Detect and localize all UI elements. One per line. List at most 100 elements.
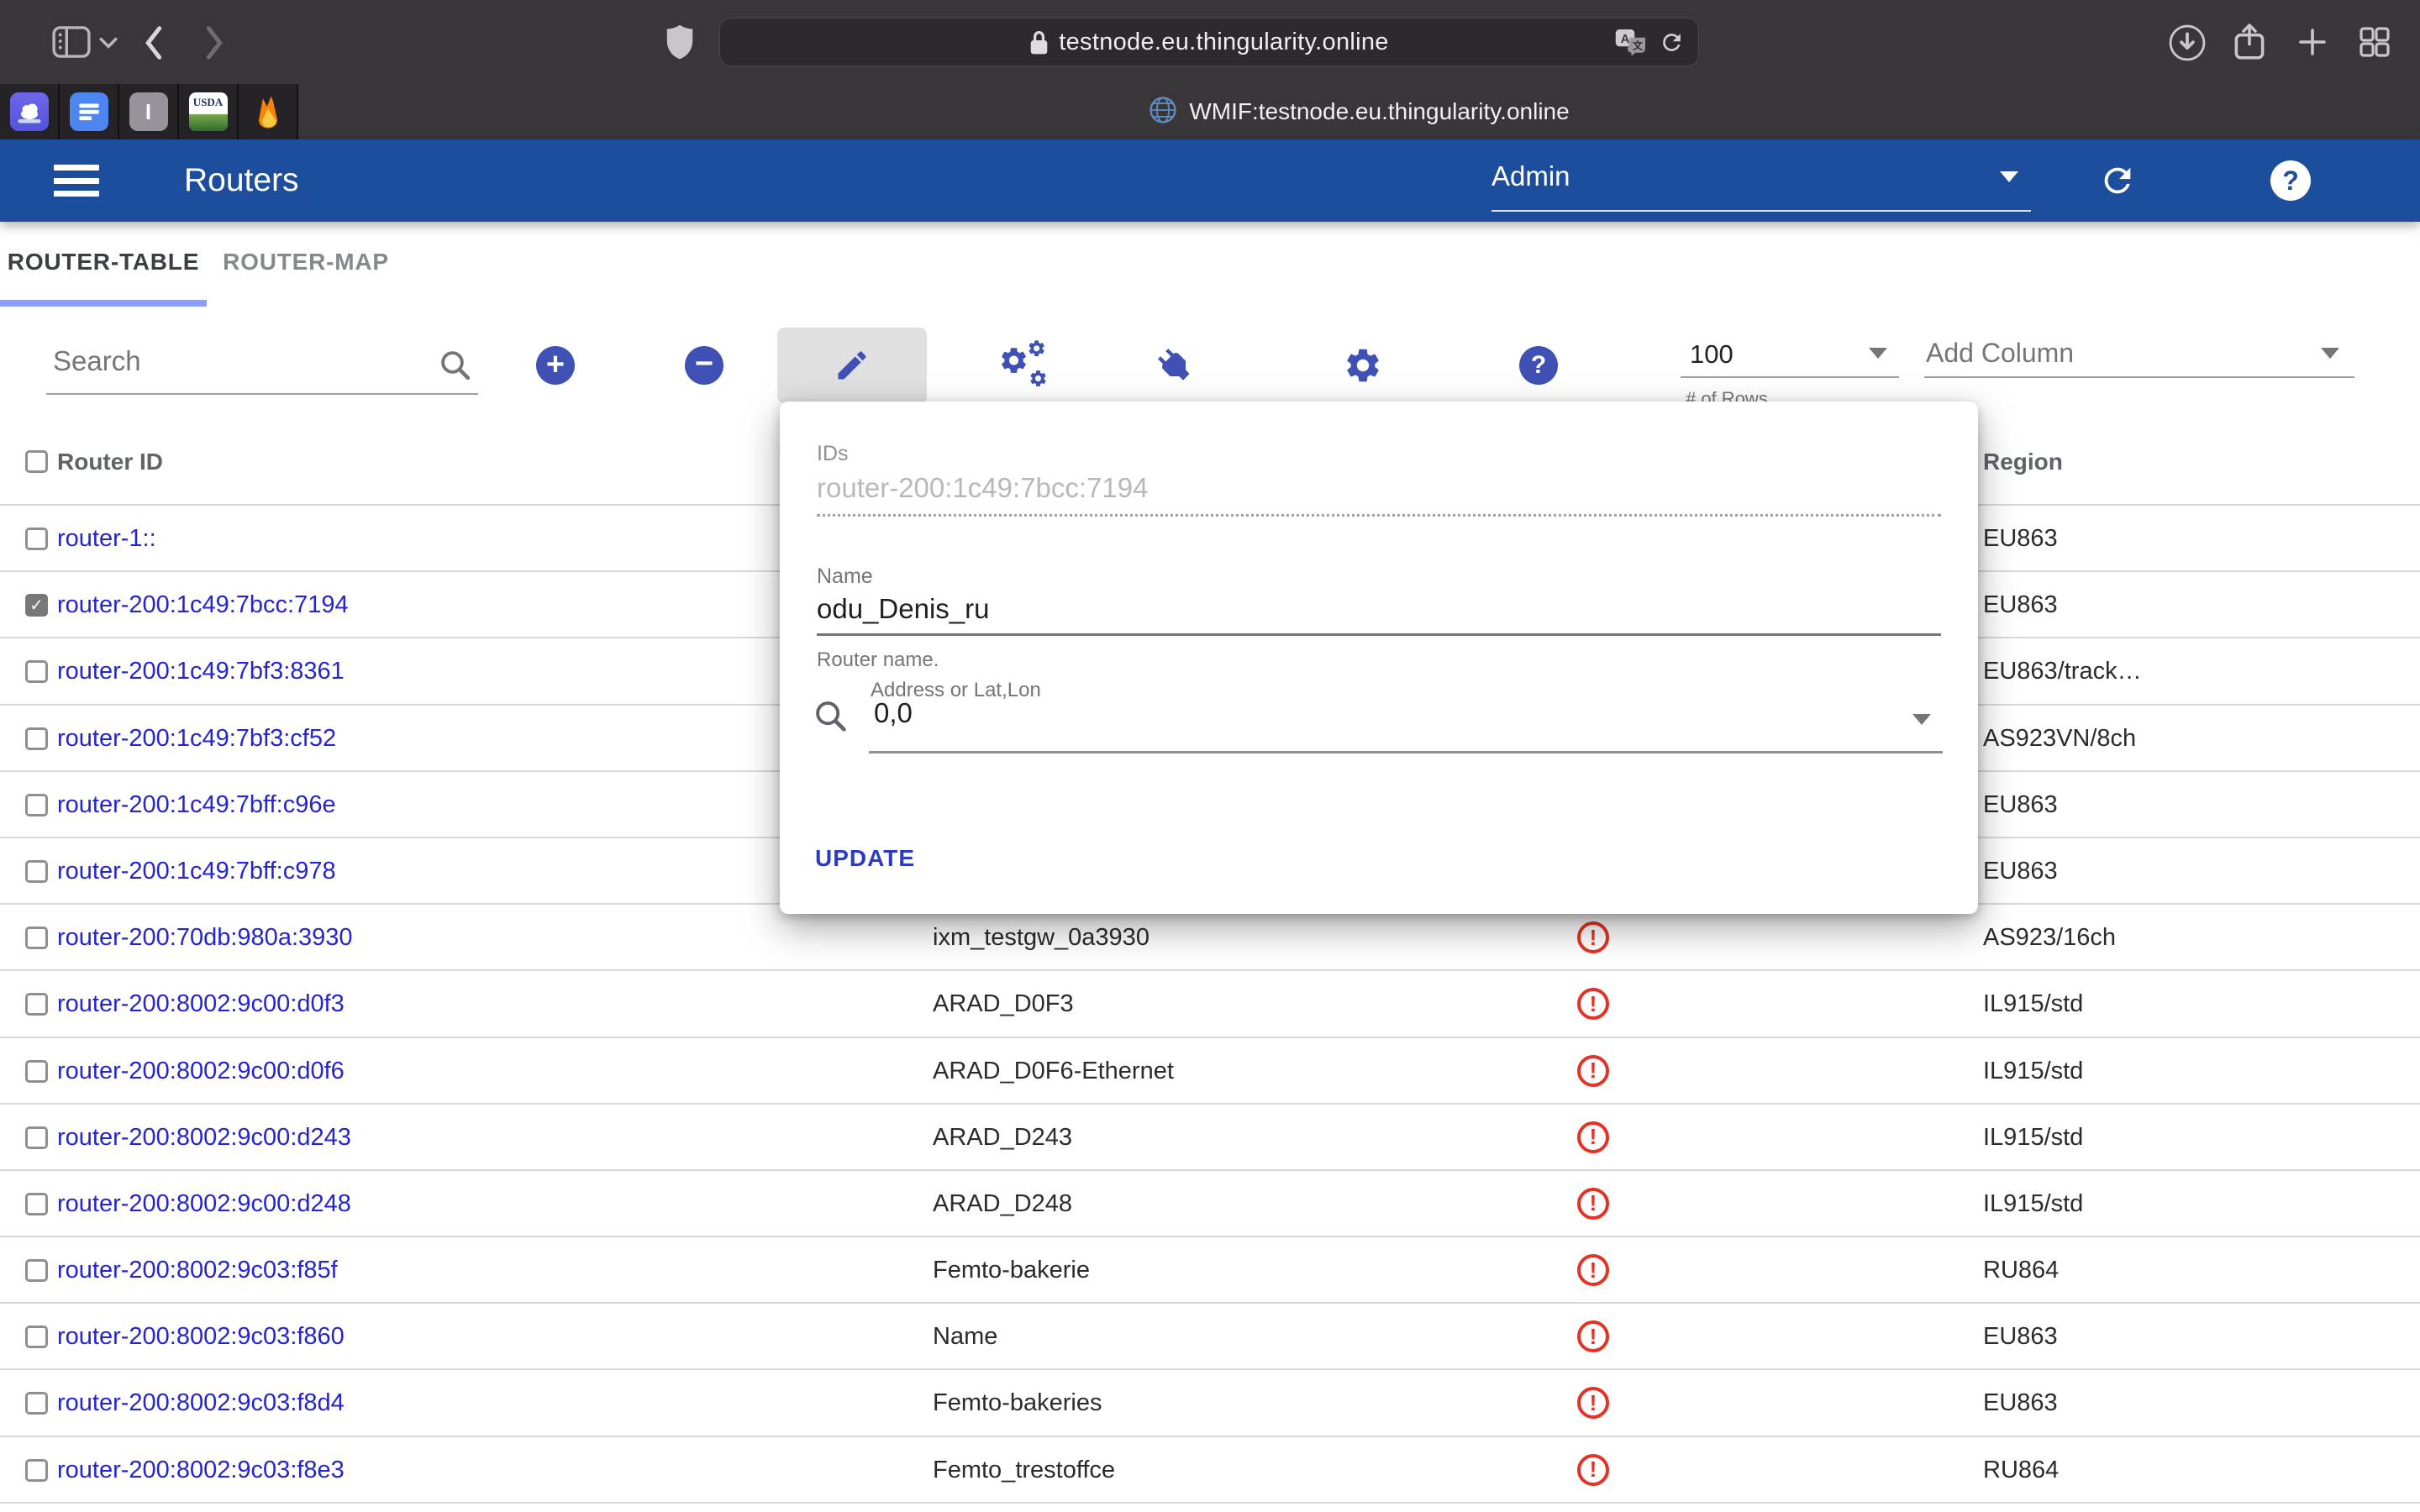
- router-id-link[interactable]: router-200:8002:9c00:d243: [57, 1105, 351, 1171]
- usda-icon: USDA: [189, 92, 228, 131]
- connect-button[interactable]: [1137, 328, 1213, 403]
- row-checkbox[interactable]: [25, 1193, 48, 1215]
- gear-icon: [1343, 345, 1383, 386]
- router-id-link[interactable]: router-200:1c49:7bf3:cf52: [57, 706, 336, 772]
- error-status-icon[interactable]: [1577, 1454, 1609, 1486]
- router-id-link[interactable]: router-200:8002:9c03:f85f: [57, 1237, 338, 1304]
- router-id-link[interactable]: router-200:1c49:7bff:c96e: [57, 772, 336, 838]
- row-checkbox[interactable]: [25, 1326, 48, 1348]
- router-name: ARAD_D0F6-Ethernet: [933, 1038, 1174, 1105]
- column-header-router-id[interactable]: Router ID: [57, 420, 163, 504]
- pinned-tab-docs[interactable]: [60, 84, 119, 139]
- dropdown-arrow-icon: [2321, 348, 2339, 359]
- row-checkbox[interactable]: [25, 1060, 48, 1083]
- back-button[interactable]: [141, 24, 165, 62]
- name-input[interactable]: odu_Denis_ru: [817, 593, 989, 625]
- services-button[interactable]: [987, 328, 1063, 403]
- row-checkbox[interactable]: [25, 660, 48, 683]
- refresh-button[interactable]: [2098, 161, 2137, 204]
- tab-overview-button[interactable]: [2358, 25, 2391, 59]
- router-id-link[interactable]: router-1::: [57, 506, 156, 572]
- row-checkbox[interactable]: [25, 1126, 48, 1149]
- row-checkbox[interactable]: [25, 727, 48, 750]
- pencil-icon: [834, 347, 871, 384]
- new-tab-button[interactable]: [2296, 25, 2329, 59]
- svg-text:A: A: [1621, 32, 1630, 46]
- router-id-link[interactable]: router-200:1c49:7bff:c978: [57, 838, 336, 905]
- dotted-divider: [817, 514, 1941, 517]
- router-id-link[interactable]: router-200:8002:9c00:d0f3: [57, 971, 345, 1037]
- error-status-icon[interactable]: [1577, 1055, 1609, 1087]
- chevron-down-icon[interactable]: [99, 37, 118, 49]
- address-input[interactable]: 0,0: [874, 697, 913, 729]
- router-name: Name: [933, 1304, 997, 1370]
- toolbar-help-button[interactable]: [1501, 328, 1576, 403]
- router-region: RU864: [1983, 1437, 2059, 1504]
- help-button[interactable]: [2270, 160, 2311, 201]
- router-id-link[interactable]: router-200:70db:980a:3930: [57, 905, 353, 971]
- router-id-link[interactable]: router-200:8002:9c03:f860: [57, 1304, 345, 1370]
- table-row: router-200:70db:980a:3930 ixm_testgw_0a3…: [0, 905, 2420, 971]
- downloads-button[interactable]: [2168, 24, 2207, 62]
- row-checkbox[interactable]: [25, 528, 48, 550]
- error-status-icon[interactable]: [1577, 1387, 1609, 1419]
- search-input[interactable]: [46, 334, 478, 395]
- pinned-tab-cloud[interactable]: [0, 84, 60, 139]
- active-tab[interactable]: WMIF:testnode.eu.thingularity.online: [298, 84, 2420, 139]
- error-status-icon[interactable]: [1577, 1320, 1609, 1352]
- globe-icon: [1149, 96, 1177, 129]
- shield-icon[interactable]: [666, 24, 694, 60]
- router-region: EU863: [1983, 506, 2058, 572]
- error-status-icon[interactable]: [1577, 1254, 1609, 1286]
- row-checkbox[interactable]: [25, 993, 48, 1016]
- tab-router-table[interactable]: ROUTER-TABLE: [0, 222, 207, 307]
- router-id-link[interactable]: router-200:1c49:7bf3:8361: [57, 638, 345, 705]
- error-status-icon[interactable]: [1577, 921, 1609, 953]
- edit-router-button[interactable]: [777, 328, 927, 403]
- menu-button[interactable]: [54, 161, 99, 200]
- router-id-link[interactable]: router-200:8002:9c00:d0f6: [57, 1038, 345, 1105]
- row-checkbox[interactable]: [25, 594, 48, 617]
- router-region: IL915/std: [1983, 1171, 2083, 1237]
- row-checkbox[interactable]: [25, 860, 48, 883]
- router-name: ARAD_D0F3: [933, 971, 1074, 1037]
- pinned-tab-firebase[interactable]: [239, 84, 298, 139]
- settings-button[interactable]: [1325, 328, 1401, 403]
- dropdown-arrow-icon[interactable]: [1912, 714, 1931, 725]
- add-router-button[interactable]: [518, 328, 593, 403]
- forward-button[interactable]: [203, 24, 227, 62]
- tab-router-map[interactable]: ROUTER-MAP: [207, 222, 405, 307]
- router-id-link[interactable]: router-200:1c49:7bcc:7194: [57, 572, 349, 638]
- screen: testnode.eu.thingularity.online A文: [0, 0, 2420, 1512]
- active-tab-underline: [0, 300, 207, 307]
- row-checkbox[interactable]: [25, 927, 48, 949]
- sidebar-icon[interactable]: [52, 26, 91, 58]
- router-id-link[interactable]: router-200:8002:9c00:d248: [57, 1171, 351, 1237]
- remove-router-button[interactable]: [666, 328, 742, 403]
- lock-icon: [1029, 29, 1049, 55]
- error-status-icon[interactable]: [1577, 1121, 1609, 1153]
- select-all-checkbox[interactable]: [25, 450, 48, 473]
- reload-icon[interactable]: [1659, 29, 1685, 55]
- add-column-label: Add Column: [1926, 338, 2074, 369]
- url-text: testnode.eu.thingularity.online: [1059, 29, 1388, 56]
- row-checkbox[interactable]: [25, 1459, 48, 1482]
- router-id-link[interactable]: router-200:8002:9c03:f8d4: [57, 1370, 345, 1436]
- column-header-region[interactable]: Region: [1983, 420, 2063, 504]
- row-checkbox[interactable]: [25, 1392, 48, 1415]
- error-status-icon[interactable]: [1577, 1188, 1609, 1220]
- url-bar[interactable]: testnode.eu.thingularity.online A文: [719, 18, 1699, 66]
- translate-icon[interactable]: A文: [1615, 29, 1645, 55]
- pinned-tab-info[interactable]: I: [119, 84, 179, 139]
- row-checkbox[interactable]: [25, 1259, 48, 1282]
- router-region: IL915/std: [1983, 1105, 2083, 1171]
- share-button[interactable]: [2232, 21, 2267, 63]
- error-status-icon[interactable]: [1577, 988, 1609, 1020]
- row-checkbox[interactable]: [25, 794, 48, 816]
- router-region: AS923VN/8ch: [1983, 706, 2136, 772]
- router-id-link[interactable]: router-200:8002:9c03:f8e3: [57, 1437, 345, 1504]
- pinned-tab-usda[interactable]: USDA: [179, 84, 239, 139]
- table-row: router-200:8002:9c03:f860 Name EU863: [0, 1304, 2420, 1370]
- update-button[interactable]: UPDATE: [815, 845, 915, 872]
- role-select[interactable]: Admin: [1491, 151, 2031, 210]
